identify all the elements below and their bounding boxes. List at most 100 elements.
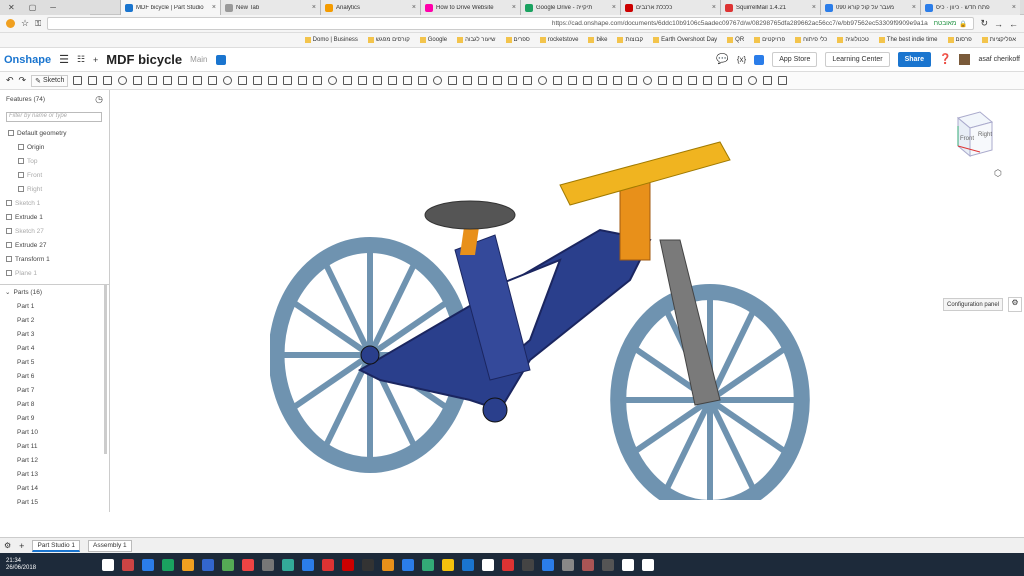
forward-icon[interactable]: → xyxy=(994,19,1003,29)
tool-icon[interactable] xyxy=(268,76,278,85)
add-icon[interactable]: + xyxy=(93,55,98,65)
tool-icon[interactable] xyxy=(733,76,743,85)
workspace-label[interactable]: Main xyxy=(190,55,207,64)
menu-icon[interactable]: ☰ xyxy=(59,53,69,66)
user-avatar[interactable] xyxy=(959,54,971,65)
redo-icon[interactable]: ↷ xyxy=(19,75,27,86)
part-item[interactable]: Part 10 xyxy=(0,425,109,439)
parts-header[interactable]: ⌄ Parts (16) xyxy=(0,285,109,299)
taskbar-app-icon[interactable] xyxy=(162,558,175,571)
tool-icon[interactable] xyxy=(298,76,308,85)
feature-list-icon[interactable]: ☷ xyxy=(77,54,85,65)
tab-close-icon[interactable]: × xyxy=(312,4,316,11)
bookmark-item[interactable]: The best indie time xyxy=(878,37,938,43)
feature-item[interactable]: Top xyxy=(0,154,109,168)
version-icon[interactable] xyxy=(215,54,226,65)
comment-icon[interactable]: 💬 xyxy=(716,54,728,65)
taskbar-app-icon[interactable] xyxy=(502,558,515,571)
tool-icon[interactable] xyxy=(613,76,623,85)
tool-icon[interactable] xyxy=(748,76,758,85)
browser-tab[interactable]: New Tab × xyxy=(220,0,320,15)
minimize-window-icon[interactable]: ─ xyxy=(50,3,56,12)
part-item[interactable]: Part 7 xyxy=(0,383,109,397)
tool-icon[interactable] xyxy=(223,76,233,85)
taskbar-app-icon[interactable] xyxy=(522,558,535,571)
tool-icon[interactable] xyxy=(643,76,653,85)
tool-icon[interactable] xyxy=(568,76,578,85)
back-icon[interactable]: ← xyxy=(1009,19,1018,29)
taskbar-app-icon[interactable] xyxy=(402,558,415,571)
taskbar-app-icon[interactable] xyxy=(582,558,595,571)
tool-icon[interactable] xyxy=(763,76,773,85)
feature-item[interactable]: Sketch 1 xyxy=(0,196,109,210)
part-item[interactable]: Part 8 xyxy=(0,397,109,411)
tab-close-icon[interactable]: × xyxy=(712,4,716,11)
tool-icon[interactable] xyxy=(328,76,338,85)
bookmark-item[interactable]: bike xyxy=(588,37,607,43)
tool-icon[interactable] xyxy=(358,76,368,85)
bookmark-item[interactable]: פרסום xyxy=(947,37,972,43)
bookmark-item[interactable]: Google xyxy=(419,37,447,43)
tool-icon[interactable] xyxy=(388,76,398,85)
tool-icon[interactable] xyxy=(148,76,158,85)
part-item[interactable]: Part 1 xyxy=(0,299,109,313)
taskbar-app-icon[interactable] xyxy=(102,558,115,571)
browser-tab[interactable]: How to Drive Website × xyxy=(420,0,520,15)
part-item[interactable]: Part 4 xyxy=(0,341,109,355)
part-item[interactable]: Part 6 xyxy=(0,369,109,383)
tool-icon[interactable] xyxy=(493,76,503,85)
browser-tab[interactable]: מעבר על קול קורא 090 × xyxy=(820,0,920,15)
part-item[interactable]: Part 14 xyxy=(0,481,109,495)
tool-icon[interactable] xyxy=(253,76,263,85)
tool-icon[interactable] xyxy=(703,76,713,85)
tool-icon[interactable] xyxy=(778,76,788,85)
feature-item[interactable]: Extrude 1 xyxy=(0,210,109,224)
history-icon[interactable]: ◷ xyxy=(95,94,103,105)
feature-item[interactable]: Origin xyxy=(0,140,109,154)
tab-close-icon[interactable]: × xyxy=(912,4,916,11)
taskbar-app-icon[interactable] xyxy=(382,558,395,571)
bookmark-item[interactable]: קורסים מפגש xyxy=(367,37,410,43)
tab-close-icon[interactable]: × xyxy=(412,4,416,11)
taskbar-app-icon[interactable] xyxy=(302,558,315,571)
add-tab-icon[interactable]: + xyxy=(19,541,24,551)
tool-icon[interactable] xyxy=(133,76,143,85)
part-item[interactable]: Part 13 xyxy=(0,467,109,481)
taskbar-app-icon[interactable] xyxy=(542,558,555,571)
part-item[interactable]: Part 3 xyxy=(0,327,109,341)
taskbar-app-icon[interactable] xyxy=(242,558,255,571)
taskbar-app-icon[interactable] xyxy=(182,558,195,571)
taskbar-app-icon[interactable] xyxy=(262,558,275,571)
taskbar-app-icon[interactable] xyxy=(462,558,475,571)
taskbar-app-icon[interactable] xyxy=(282,558,295,571)
part-item[interactable]: Part 2 xyxy=(0,313,109,327)
bookmark-item[interactable]: שיעור לגבוה xyxy=(457,37,496,43)
tool-icon[interactable] xyxy=(583,76,593,85)
feature-item[interactable]: Right xyxy=(0,182,109,196)
tool-icon[interactable] xyxy=(313,76,323,85)
part-item[interactable]: Part 12 xyxy=(0,453,109,467)
bookmark-item[interactable]: טכנולוגיה xyxy=(837,37,869,43)
document-title[interactable]: MDF bicycle xyxy=(106,52,182,67)
tool-icon[interactable] xyxy=(403,76,413,85)
taskbar-app-icon[interactable] xyxy=(222,558,235,571)
tool-icon[interactable] xyxy=(103,76,113,85)
tool-icon[interactable] xyxy=(658,76,668,85)
sketch-button[interactable]: ✎ Sketch xyxy=(31,74,69,87)
part-item[interactable]: Part 5 xyxy=(0,355,109,369)
help-icon[interactable]: ❓ xyxy=(939,54,951,65)
taskbar-app-icon[interactable] xyxy=(482,558,495,571)
tool-icon[interactable] xyxy=(283,76,293,85)
tool-icon[interactable] xyxy=(88,76,98,85)
close-window-icon[interactable]: ✕ xyxy=(8,3,15,12)
user-name[interactable]: asaf cherikoff xyxy=(978,56,1020,63)
system-clock[interactable]: 21:34 26/06/2018 xyxy=(6,558,36,572)
tab-close-icon[interactable]: × xyxy=(612,4,616,11)
tool-icon[interactable] xyxy=(433,76,443,85)
tool-icon[interactable] xyxy=(523,76,533,85)
tool-icon[interactable] xyxy=(193,76,203,85)
tool-icon[interactable] xyxy=(688,76,698,85)
browser-tab[interactable]: פתח חדש · כיוון · כיס × xyxy=(920,0,1020,15)
tool-icon[interactable] xyxy=(373,76,383,85)
tool-icon[interactable] xyxy=(163,76,173,85)
